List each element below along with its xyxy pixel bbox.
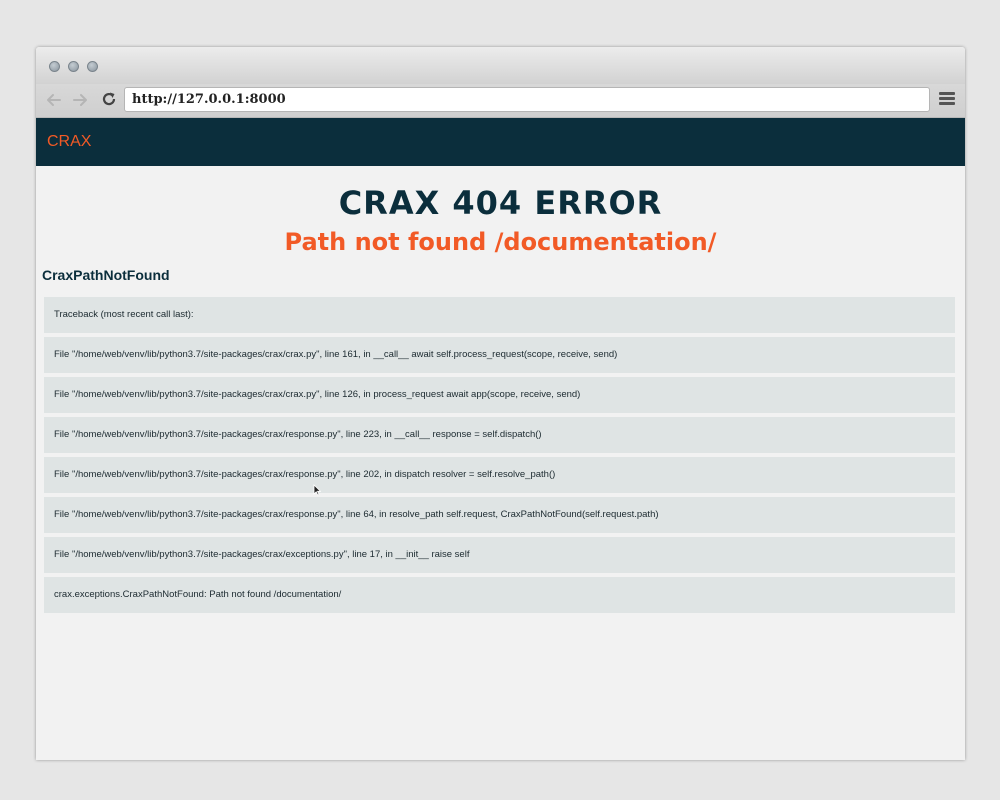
error-subtitle: Path not found /documentation/: [284, 228, 717, 256]
brand-link[interactable]: CRAX: [47, 133, 91, 151]
traceback-line: File "/home/web/venv/lib/python3.7/site-…: [44, 377, 955, 413]
browser-toolbar: http://127.0.0.1:8000: [36, 84, 965, 118]
address-bar[interactable]: http://127.0.0.1:8000: [124, 87, 930, 112]
traceback-line: File "/home/web/venv/lib/python3.7/site-…: [44, 537, 955, 573]
site-navbar: CRAX: [36, 118, 965, 166]
maximize-window-button[interactable]: [87, 61, 98, 72]
forward-button[interactable]: [70, 90, 90, 110]
error-title: CRAX 404 ERROR: [338, 184, 663, 222]
exception-name: CraxPathNotFound: [42, 267, 170, 283]
traceback-line: crax.exceptions.CraxPathNotFound: Path n…: [44, 577, 955, 613]
traceback-line: File "/home/web/venv/lib/python3.7/site-…: [44, 497, 955, 533]
mouse-cursor-icon: [313, 484, 321, 496]
minimize-window-button[interactable]: [68, 61, 79, 72]
arrow-left-icon: [47, 94, 61, 106]
reload-icon: [102, 92, 116, 106]
title-bar: [36, 47, 965, 84]
traceback-line: File "/home/web/venv/lib/python3.7/site-…: [44, 417, 955, 453]
hamburger-menu-icon[interactable]: [939, 92, 955, 108]
back-button[interactable]: [44, 90, 64, 110]
traceback-list: Traceback (most recent call last): File …: [44, 297, 955, 617]
traceback-line: File "/home/web/venv/lib/python3.7/site-…: [44, 337, 955, 373]
close-window-button[interactable]: [49, 61, 60, 72]
browser-window: http://127.0.0.1:8000 CRAX CRAX 404 ERRO…: [36, 47, 965, 760]
traceback-line: Traceback (most recent call last):: [44, 297, 955, 333]
traceback-line: File "/home/web/venv/lib/python3.7/site-…: [44, 457, 955, 493]
error-page: CRAX 404 ERROR Path not found /documenta…: [36, 166, 965, 711]
reload-button[interactable]: [100, 90, 120, 110]
arrow-right-icon: [73, 94, 87, 106]
